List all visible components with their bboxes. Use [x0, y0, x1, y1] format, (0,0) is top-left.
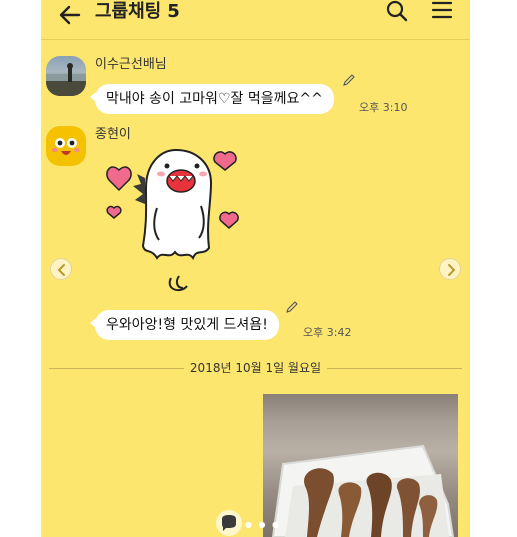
date-divider-label: 2018년 10월 1일 월요일 — [49, 360, 462, 376]
chevron-left-icon — [57, 264, 65, 276]
page-indicator: ● ● ● — [245, 520, 282, 529]
sender-name: 종현이 — [95, 127, 131, 142]
mushroom-photo-icon — [271, 444, 455, 537]
date-divider: 2018년 10월 1일 월요일 — [49, 358, 462, 378]
message-bubble[interactable]: 우와아앙!형 맛있게 드셔욤! — [90, 310, 279, 340]
pencil-icon — [343, 74, 355, 86]
chat-room: 그룹채팅 5 이수근선배님 막내야 송이 고마워♡잘 먹을께요^^ 오후 3:10 — [41, 0, 470, 537]
pencil-icon — [286, 301, 298, 313]
date-text: 2018년 10월 1일 월요일 — [183, 361, 328, 375]
ghost-dino-sticker-icon — [106, 148, 239, 292]
chevron-right-icon — [448, 264, 456, 276]
message-time: 오후 3:10 — [359, 101, 408, 114]
sender-name: 이수근선배님 — [95, 57, 167, 72]
chat-title-text: 그룹채팅 — [95, 1, 162, 22]
arrow-left-icon — [59, 5, 81, 25]
menu-button[interactable] — [429, 0, 457, 24]
search-icon — [386, 0, 408, 22]
hamburger-menu-icon — [431, 1, 453, 19]
previous-button[interactable] — [50, 258, 72, 280]
profile-photo-icon — [46, 63, 86, 96]
member-count: 5 — [167, 1, 180, 22]
avatar[interactable] — [46, 56, 86, 96]
back-button[interactable] — [55, 2, 85, 28]
message-time: 오후 3:42 — [303, 326, 352, 339]
photo-message[interactable] — [263, 394, 458, 537]
chat-bubble-icon — [222, 515, 236, 531]
avatar[interactable] — [46, 126, 86, 166]
chat-fab-button[interactable] — [216, 510, 242, 536]
chat-header: 그룹채팅 5 — [41, 0, 470, 40]
message-bubble[interactable]: 막내야 송이 고마워♡잘 먹을께요^^ — [90, 84, 334, 114]
sticker[interactable] — [101, 148, 251, 298]
search-button[interactable] — [384, 0, 412, 24]
next-button[interactable] — [439, 258, 461, 280]
emoji-face-icon — [52, 138, 80, 155]
chat-title: 그룹채팅 5 — [95, 1, 180, 23]
